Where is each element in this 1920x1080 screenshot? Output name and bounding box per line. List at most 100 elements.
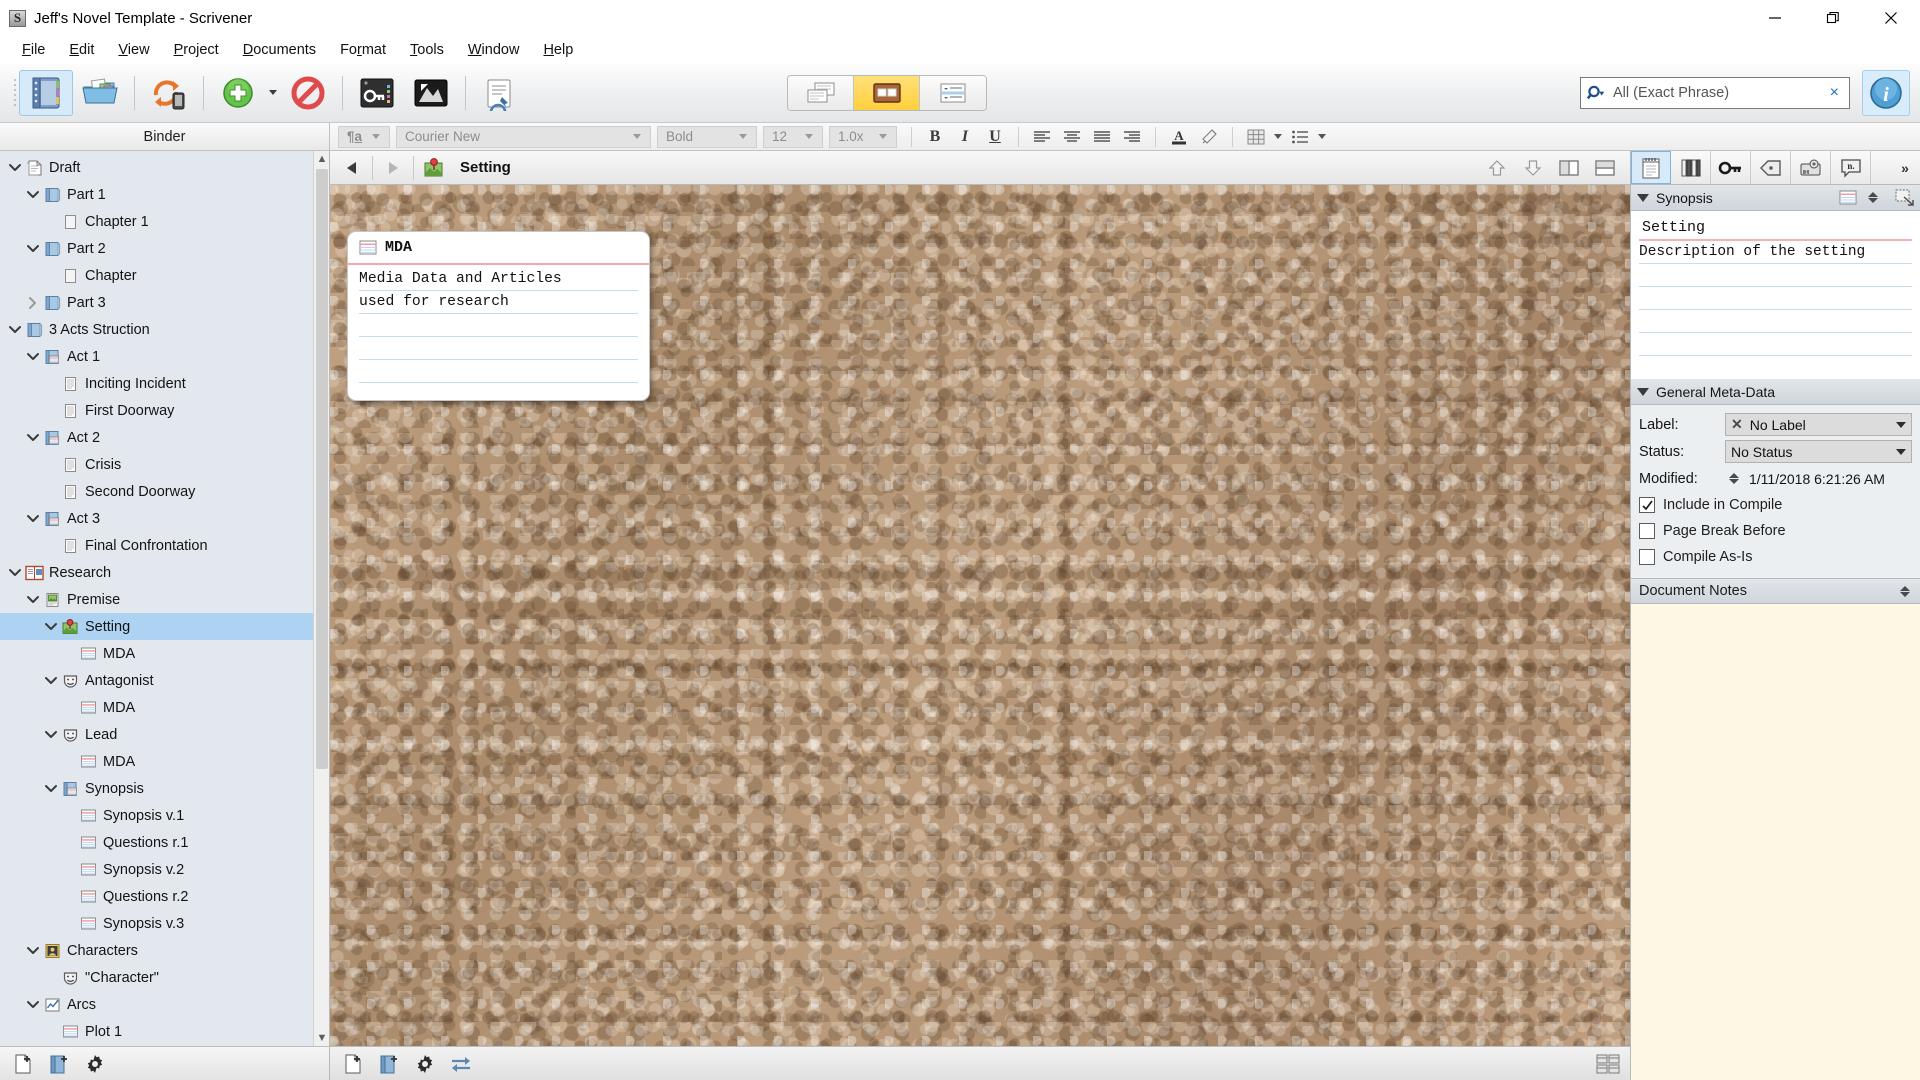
tree-twisty-down-icon[interactable] — [6, 323, 24, 337]
binder-item[interactable]: Characters — [0, 937, 329, 964]
binder-item[interactable]: Part 3 — [0, 289, 329, 316]
menu-view[interactable]: View — [106, 39, 161, 61]
binder-item[interactable]: Questions r.2 — [0, 883, 329, 910]
tree-twisty-right-icon[interactable] — [24, 296, 42, 310]
binder-item[interactable]: Second Doorway — [0, 478, 329, 505]
synopsis-title[interactable]: Setting — [1639, 215, 1912, 241]
binder-item[interactable]: Synopsis v.1 — [0, 802, 329, 829]
index-card[interactable]: MDA Media Data and Articles used for res… — [347, 231, 650, 401]
tree-twisty-down-icon[interactable] — [24, 350, 42, 364]
binder-item[interactable]: Plot 1 — [0, 1018, 329, 1045]
tree-twisty-down-icon[interactable] — [42, 674, 60, 688]
document-notes-spinner-icon[interactable] — [1900, 585, 1910, 597]
binder-item[interactable]: Arcs — [0, 991, 329, 1018]
binder-item[interactable]: Questions r.1 — [0, 829, 329, 856]
menu-file[interactable]: File — [10, 39, 57, 61]
modified-date-spinner-icon[interactable] — [1729, 473, 1739, 484]
binder-item[interactable]: MDA — [0, 694, 329, 721]
search-clear-icon[interactable]: × — [1826, 84, 1843, 102]
binder-item[interactable]: MDA — [0, 640, 329, 667]
binder-scroll-thumb[interactable] — [316, 169, 328, 769]
binder-item[interactable]: Chapter — [0, 262, 329, 289]
binder-item[interactable]: Act 1 — [0, 343, 329, 370]
tree-twisty-down-icon[interactable] — [24, 242, 42, 256]
label-select[interactable]: ✕ No Label — [1725, 413, 1912, 436]
add-folder-button[interactable] — [42, 1049, 76, 1079]
binder-item[interactable]: First Doorway — [0, 397, 329, 424]
forward-arrow-icon[interactable] — [375, 152, 411, 184]
align-left-icon[interactable] — [1027, 125, 1057, 149]
menu-documents[interactable]: Documents — [231, 39, 328, 61]
menu-format[interactable]: Format — [328, 39, 398, 61]
binder-item[interactable]: Lead — [0, 721, 329, 748]
corkboard-settings-gear-icon[interactable] — [408, 1049, 442, 1079]
binder-item[interactable]: Act 2 — [0, 424, 329, 451]
binder-item[interactable]: Research — [0, 559, 329, 586]
info-button[interactable]: i — [1862, 69, 1910, 116]
add-document-button[interactable] — [6, 1049, 40, 1079]
menu-edit[interactable]: Edit — [57, 39, 106, 61]
binder-item[interactable]: Part 1 — [0, 181, 329, 208]
menu-help[interactable]: Help — [531, 39, 585, 61]
binder-item[interactable]: Part 2 — [0, 235, 329, 262]
list-dropdown-caret-icon[interactable] — [1315, 125, 1329, 149]
align-center-icon[interactable] — [1057, 125, 1087, 149]
binder-item[interactable]: Synopsis v.2 — [0, 856, 329, 883]
bullet-list-icon[interactable] — [1285, 125, 1315, 149]
back-arrow-icon[interactable] — [334, 152, 370, 184]
tree-twisty-down-icon[interactable] — [24, 944, 42, 958]
binder-item[interactable]: Act 3 — [0, 505, 329, 532]
align-justify-icon[interactable] — [1087, 125, 1117, 149]
minimize-icon[interactable] — [1746, 0, 1804, 36]
italic-button[interactable]: I — [950, 125, 980, 149]
tree-twisty-down-icon[interactable] — [6, 566, 24, 580]
search-input[interactable]: All (Exact Phrase) — [1613, 85, 1820, 101]
binder-item[interactable]: Chapter 1 — [0, 208, 329, 235]
tree-twisty-down-icon[interactable] — [24, 998, 42, 1012]
scroll-up-arrow-icon[interactable]: ▲ — [314, 151, 329, 167]
binder-item[interactable]: 3 Acts Struction — [0, 316, 329, 343]
document-notes-area[interactable] — [1631, 604, 1920, 1080]
tree-twisty-down-icon[interactable] — [24, 512, 42, 526]
page-break-before-row[interactable]: Page Break Before — [1639, 518, 1912, 544]
view-documents-button[interactable] — [788, 75, 854, 110]
binder-item[interactable]: Inciting Incident — [0, 370, 329, 397]
add-dropdown-caret-icon[interactable] — [265, 70, 281, 116]
synopsis-spinner-icon[interactable] — [1868, 192, 1878, 203]
tree-twisty-down-icon[interactable] — [6, 161, 24, 175]
compile-button[interactable] — [473, 70, 527, 116]
font-size-selector[interactable]: 12 — [763, 125, 823, 148]
status-select[interactable]: No Status — [1725, 440, 1912, 463]
new-folder-button[interactable] — [372, 1049, 406, 1079]
menu-project[interactable]: Project — [162, 39, 231, 61]
highlighter-button[interactable] — [1194, 125, 1224, 149]
tab-snapshots[interactable]: 1 — [1791, 151, 1831, 184]
tree-twisty-down-icon[interactable] — [24, 431, 42, 445]
binder-item[interactable]: Premise — [0, 586, 329, 613]
binder-scrollbar[interactable]: ▲ ▼ — [313, 151, 329, 1046]
binder-item[interactable]: "Character" — [0, 964, 329, 991]
paragraph-style-selector[interactable]: ¶a — [338, 125, 390, 148]
keywords-panel-button[interactable] — [350, 70, 404, 116]
tree-twisty-down-icon[interactable] — [24, 593, 42, 607]
tab-comments[interactable]: n. — [1831, 151, 1871, 184]
compose-mode-button[interactable] — [404, 70, 458, 116]
include-in-compile-checkbox[interactable] — [1639, 497, 1655, 513]
corkboard-layout-button[interactable] — [1594, 1052, 1630, 1076]
corkboard[interactable]: MDA Media Data and Articles used for res… — [330, 185, 1630, 1046]
compile-as-is-row[interactable]: Compile As-Is — [1639, 544, 1912, 570]
include-in-compile-row[interactable]: Include in Compile — [1639, 492, 1912, 518]
split-vertical-button[interactable] — [1552, 153, 1586, 183]
collapse-triangle-icon[interactable] — [1637, 193, 1649, 202]
binder-item-selected[interactable]: Setting — [0, 613, 329, 640]
tree-twisty-down-icon[interactable] — [24, 188, 42, 202]
view-corkboard-button[interactable] — [854, 75, 920, 110]
table-icon[interactable] — [1241, 125, 1271, 149]
table-dropdown-caret-icon[interactable] — [1271, 125, 1285, 149]
menu-window[interactable]: Window — [456, 39, 532, 61]
align-right-icon[interactable] — [1117, 125, 1147, 149]
split-horizontal-button[interactable] — [1588, 153, 1622, 183]
sync-button[interactable] — [142, 70, 196, 116]
tree-twisty-down-icon[interactable] — [42, 782, 60, 796]
go-up-button[interactable] — [1480, 153, 1514, 183]
